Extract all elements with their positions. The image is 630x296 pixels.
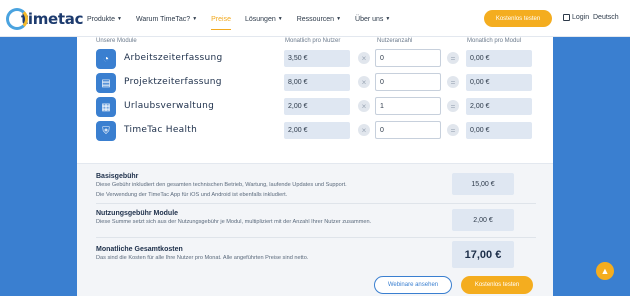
calendar-icon: ▦ xyxy=(96,97,116,117)
base-fee-value: 15,00 € xyxy=(452,173,514,195)
nav-item-preise[interactable]: Preise xyxy=(204,12,238,30)
user-count-input[interactable] xyxy=(375,97,441,115)
module-row-timetac-health: ⛨ TimeTac Health 2,00 € × = 0,00 € xyxy=(96,121,536,141)
chevron-down-icon: ▼ xyxy=(336,16,342,22)
total-value: 17,00 € xyxy=(452,241,514,268)
multiply-icon: × xyxy=(358,76,370,88)
header-modules: Unsere Module xyxy=(96,38,137,44)
header-monthly-module: Monatlich pro Modul xyxy=(467,38,522,44)
folder-icon: ▤ xyxy=(96,73,116,93)
login-label: Login xyxy=(572,14,590,21)
login-link[interactable]: Login xyxy=(563,14,589,21)
equals-icon: = xyxy=(447,124,459,136)
header-trial-button[interactable]: Kostenlos testen xyxy=(484,10,552,27)
timetac-logo[interactable]: timetac xyxy=(6,7,84,31)
summary-divider xyxy=(96,203,536,204)
user-count-input[interactable] xyxy=(375,73,441,91)
language-select[interactable]: Deutsch xyxy=(593,14,619,21)
webinar-button[interactable]: Webinare ansehen xyxy=(374,276,452,294)
price-per-module: 0,00 € xyxy=(466,122,532,139)
module-row-arbeitszeiterfassung: ◔ Arbeitszeiterfassung 3,50 € × = 0,00 € xyxy=(96,49,536,69)
price-per-user: 3,50 € xyxy=(284,50,350,67)
nav-item-warum-timetac[interactable]: Warum TimeTac? ▼ xyxy=(129,12,204,26)
price-per-module: 0,00 € xyxy=(466,50,532,67)
nav-item-ueber-uns[interactable]: Über uns ▼ xyxy=(348,12,397,26)
price-per-module: 0,00 € xyxy=(466,74,532,91)
login-icon xyxy=(563,14,570,21)
price-per-module: 2,00 € xyxy=(466,98,532,115)
nav-item-produkte[interactable]: Produkte ▼ xyxy=(80,12,129,26)
nav-label: Preise xyxy=(211,15,231,23)
price-calculator: Unsere Module Monatlich pro Nutzer Nutze… xyxy=(77,37,553,296)
price-per-user: 8,00 € xyxy=(284,74,350,91)
nav-label: Ressourcen xyxy=(296,15,335,23)
logo-clock-icon xyxy=(6,8,28,30)
multiply-icon: × xyxy=(358,100,370,112)
module-row-projektzeiterfassung: ▤ Projektzeiterfassung 8,00 € × = 0,00 € xyxy=(96,73,536,93)
chevron-down-icon: ▼ xyxy=(385,16,391,22)
site-header: timetac Produkte ▼ Warum TimeTac? ▼ Preise… xyxy=(0,0,630,37)
price-per-user: 2,00 € xyxy=(284,122,350,139)
module-name: Urlaubsverwaltung xyxy=(124,101,215,111)
module-name: Projektzeiterfassung xyxy=(124,77,222,87)
trial-button[interactable]: Kostenlos testen xyxy=(461,276,533,294)
module-row-urlaubsverwaltung: ▦ Urlaubsverwaltung 2,00 € × = 2,00 € xyxy=(96,97,536,117)
nav-label: Produkte xyxy=(87,15,116,23)
clock-icon: ◔ xyxy=(96,49,116,69)
summary-divider xyxy=(96,237,536,238)
main-nav: Produkte ▼ Warum TimeTac? ▼ Preise Lösunge… xyxy=(80,12,397,30)
usage-fee-value: 2,00 € xyxy=(452,209,514,231)
header-monthly-price: Monatlich pro Nutzer xyxy=(285,38,341,44)
price-per-user: 2,00 € xyxy=(284,98,350,115)
module-name: Arbeitszeiterfassung xyxy=(124,53,223,63)
chevron-down-icon: ▼ xyxy=(117,16,122,22)
nav-label: Lösungen xyxy=(244,15,276,23)
equals-icon: = xyxy=(447,76,459,88)
chevron-up-icon: ▲ xyxy=(600,266,610,276)
shield-icon: ⛨ xyxy=(96,121,116,141)
module-name: TimeTac Health xyxy=(124,125,198,135)
table-header: Unsere Module Monatlich pro Nutzer Nutze… xyxy=(77,37,553,46)
logo-text: timetac xyxy=(21,10,84,28)
user-count-input[interactable] xyxy=(375,49,441,67)
multiply-icon: × xyxy=(358,124,370,136)
header-user-count: Nutzeranzahl xyxy=(377,38,413,44)
nav-label: Über uns xyxy=(355,15,384,23)
chevron-down-icon: ▼ xyxy=(277,16,283,22)
nav-label: Warum TimeTac? xyxy=(135,15,191,23)
nav-item-loesungen[interactable]: Lösungen ▼ xyxy=(238,12,290,26)
user-count-input[interactable] xyxy=(375,121,441,139)
equals-icon: = xyxy=(447,100,459,112)
scroll-to-top-button[interactable]: ▲ xyxy=(596,262,614,280)
nav-item-ressourcen[interactable]: Ressourcen ▼ xyxy=(290,12,348,26)
chevron-down-icon: ▼ xyxy=(192,16,198,22)
equals-icon: = xyxy=(447,52,459,64)
multiply-icon: × xyxy=(358,52,370,64)
